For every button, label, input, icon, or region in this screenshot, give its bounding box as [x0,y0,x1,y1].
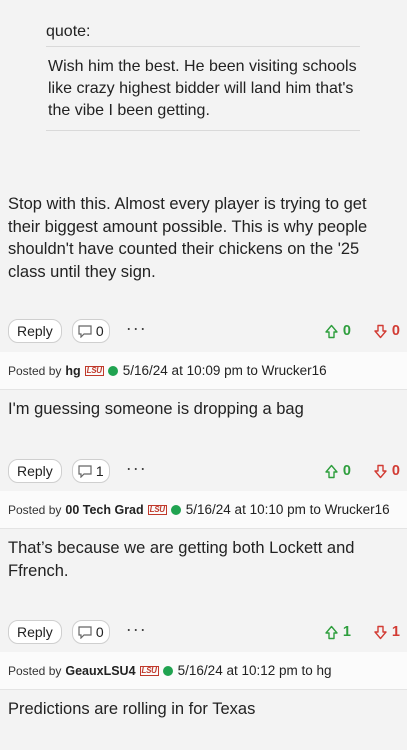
vote-controls: 1 1 [324,624,400,640]
arrow-up-icon [325,324,338,338]
vote-controls: 0 0 [324,323,400,339]
comment-count: 0 [95,624,104,640]
posted-by-label: Posted by [8,663,62,678]
arrow-down-icon [374,625,387,639]
author-name[interactable]: hg [65,364,80,378]
author-name[interactable]: 00 Tech Grad [65,503,143,517]
downvote-button[interactable]: 0 [373,323,400,339]
more-options-button[interactable]: ··· [126,459,147,479]
upvote-button[interactable]: 1 [324,624,351,640]
arrow-up-icon [325,464,338,478]
posted-by-label: Posted by [8,363,62,378]
downvote-button[interactable]: 1 [373,624,400,640]
team-badge-icon: LSU [139,665,159,676]
downvote-button[interactable]: 0 [373,463,400,479]
post-meta[interactable]: 5/16/24 at 10:09 pm to Wrucker16 [123,363,327,378]
team-badge-icon: LSU [147,504,167,515]
reply-button[interactable]: Reply [8,620,62,644]
comment-icon [78,625,92,639]
quote-text: Wish him the best. He been visiting scho… [48,58,357,119]
comment-count-button[interactable]: 0 [71,319,110,343]
arrow-down-icon [374,464,387,478]
comment-count-button[interactable]: 0 [71,620,110,644]
reply-text: Predictions are rolling in for Texas [8,700,256,718]
reply-button[interactable]: Reply [8,319,62,343]
post-actions: Reply 0 ··· 1 1 [8,620,400,644]
more-options-button[interactable]: ··· [126,620,147,640]
comment-icon [78,464,92,478]
downvote-count: 0 [391,323,400,339]
quote-divider [46,130,360,131]
comment-icon [78,324,92,338]
downvote-count: 1 [391,624,400,640]
comment-count: 0 [95,323,104,339]
online-status-icon [170,504,181,515]
upvote-button[interactable]: 0 [324,323,351,339]
more-options-button[interactable]: ··· [126,319,147,339]
post-actions: Reply 0 ··· 0 0 [8,319,400,343]
upvote-count: 0 [342,463,351,479]
posted-by-label: Posted by [8,502,62,517]
upvote-count: 1 [342,624,351,640]
post-meta[interactable]: 5/16/24 at 10:12 pm to hg [178,663,332,678]
online-status-icon [107,365,118,376]
quote-label: quote: [46,23,91,40]
upvote-button[interactable]: 0 [324,463,351,479]
reply-button[interactable]: Reply [8,459,62,483]
team-badge-icon: LSU [84,365,104,376]
post-header: Posted by 00 Tech Grad LSU 5/16/24 at 10… [0,491,407,529]
arrow-up-icon [325,625,338,639]
comment-count-button[interactable]: 1 [71,459,110,483]
post-header: Posted by hg LSU 5/16/24 at 10:09 pm to … [0,352,407,390]
arrow-down-icon [374,324,387,338]
upvote-count: 0 [342,323,351,339]
online-status-icon [162,665,173,676]
post-meta[interactable]: 5/16/24 at 10:10 pm to Wrucker16 [186,502,390,517]
downvote-count: 0 [391,463,400,479]
author-name[interactable]: GeauxLSU4 [65,664,135,678]
vote-controls: 0 0 [324,463,400,479]
post-actions: Reply 1 ··· 0 0 [8,459,400,483]
post-body: Stop with this. Almost every player is t… [8,195,368,281]
reply-text: That’s because we are getting both Locke… [8,539,355,580]
quote-block: quote: Wish him the best. He been visiti… [46,18,360,131]
post-header: Posted by GeauxLSU4 LSU 5/16/24 at 10:12… [0,652,407,690]
comment-count: 1 [95,463,104,479]
reply-text: I'm guessing someone is dropping a bag [8,400,304,418]
